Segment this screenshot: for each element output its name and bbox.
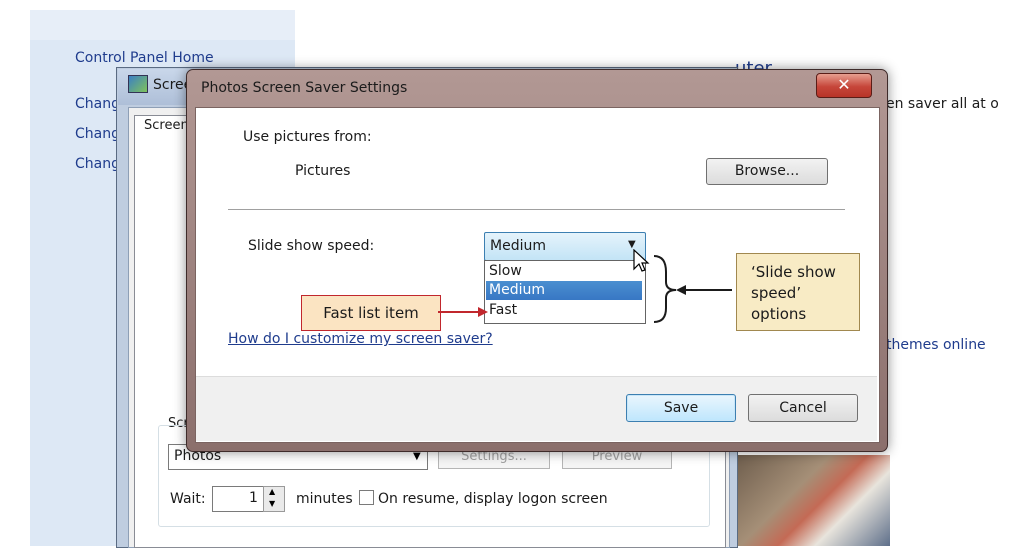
control-panel-home-link[interactable]: Control Panel Home: [75, 50, 214, 66]
resume-logon-checkbox[interactable]: [359, 490, 374, 505]
tab-screen-saver[interactable]: Screen: [144, 118, 189, 133]
dialog-title: Photos Screen Saver Settings: [201, 80, 408, 96]
minutes-label: minutes: [296, 491, 353, 507]
nav-link-2[interactable]: Chang: [75, 126, 120, 142]
nav-link-3[interactable]: Chang: [75, 156, 120, 172]
speed-option-fast[interactable]: Fast: [486, 301, 642, 320]
control-panel-nav-header: [30, 10, 295, 40]
browse-button[interactable]: Browse...: [706, 158, 828, 185]
bracket-arrow-icon: [653, 255, 732, 323]
theme-thumbnail-image[interactable]: [730, 455, 890, 546]
wait-minutes-input[interactable]: 1: [212, 486, 264, 512]
slide-show-speed-options-callout: ‘Slide show speed’ options: [736, 253, 860, 331]
separator: [228, 209, 845, 210]
resume-logon-label: On resume, display logon screen: [378, 491, 608, 507]
chevron-down-icon: ▼: [413, 451, 421, 462]
close-icon: ✕: [837, 75, 851, 94]
spin-up-icon: ▲: [269, 487, 276, 496]
screen-saver-description-text: en saver all at o: [886, 96, 999, 112]
speed-option-slow[interactable]: Slow: [486, 262, 642, 281]
wait-minutes-value: 1: [249, 490, 258, 506]
save-button[interactable]: Save: [626, 394, 736, 422]
slide-show-speed-value: Medium: [490, 238, 546, 254]
mouse-pointer-icon: [633, 249, 650, 272]
use-pictures-from-label: Use pictures from:: [243, 129, 372, 145]
spin-down-icon: ▼: [269, 499, 276, 508]
slide-show-speed-label: Slide show speed:: [248, 238, 375, 254]
close-button[interactable]: ✕: [816, 73, 872, 98]
fast-list-item-callout: Fast list item: [301, 295, 441, 331]
get-more-themes-link[interactable]: themes online: [886, 337, 986, 353]
customize-help-link[interactable]: How do I customize my screen saver?: [228, 331, 493, 347]
cancel-button[interactable]: Cancel: [748, 394, 858, 422]
speed-option-medium[interactable]: Medium: [486, 281, 642, 300]
wait-minutes-spinner[interactable]: ▲ ▼: [263, 486, 285, 512]
nav-link-1[interactable]: Chang: [75, 96, 120, 112]
callout-arrow-icon: [438, 307, 488, 317]
screen-saver-window-icon: [128, 75, 148, 93]
pictures-folder-value: Pictures: [295, 163, 351, 179]
wait-label: Wait:: [170, 491, 206, 507]
